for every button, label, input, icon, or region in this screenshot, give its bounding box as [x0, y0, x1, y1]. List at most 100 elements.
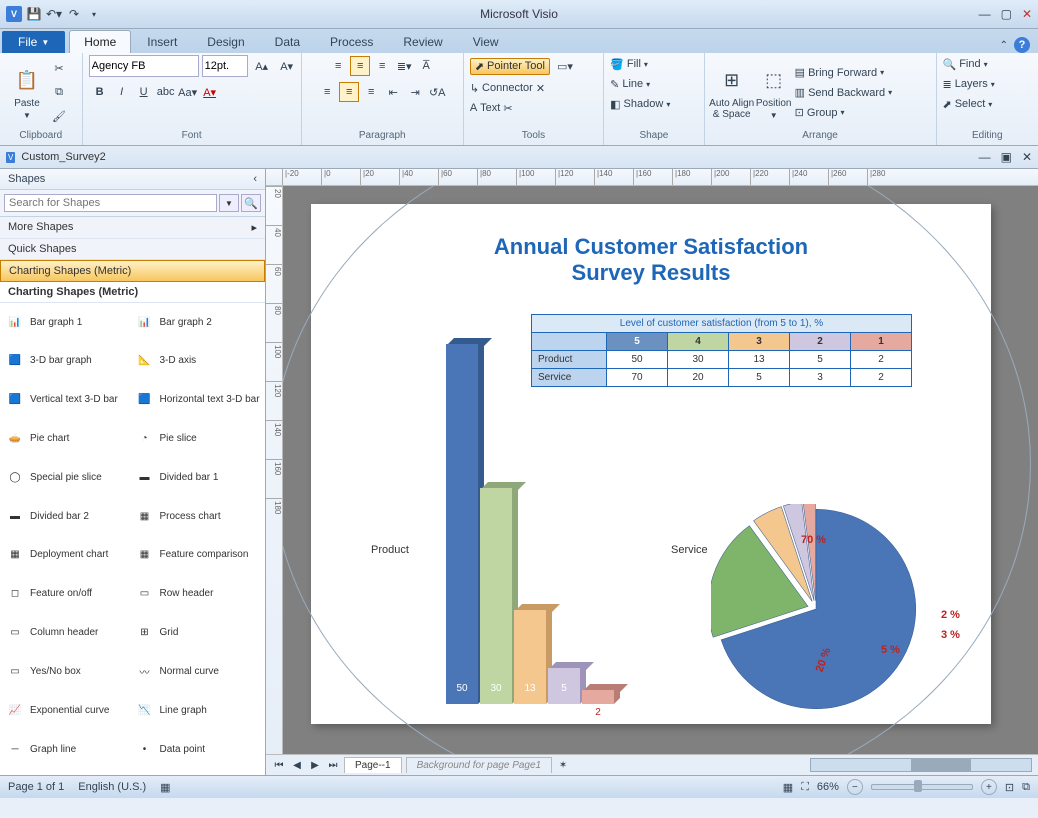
send-backward-button[interactable]: ▥Send Backward▾: [795, 84, 892, 102]
prev-page-icon[interactable]: ◀: [290, 760, 304, 771]
shape-item[interactable]: ▬Divided bar 2: [4, 501, 132, 531]
shape-item[interactable]: 🟦Horizontal text 3-D bar: [134, 385, 262, 415]
align-left-icon[interactable]: ≡: [317, 82, 337, 102]
select-button[interactable]: ⬈ Select▾: [943, 95, 993, 113]
macro-icon[interactable]: ▦: [160, 781, 170, 794]
close-icon[interactable]: ✕: [1022, 7, 1032, 21]
shape-item[interactable]: ◻Feature on/off: [4, 579, 132, 609]
align-top-icon[interactable]: ≡: [328, 56, 348, 76]
shapes-search-input[interactable]: [4, 194, 217, 212]
italic-button[interactable]: I: [112, 82, 132, 102]
switch-windows-icon[interactable]: ⧉: [1022, 781, 1030, 794]
doc-minimize-icon[interactable]: —: [979, 150, 991, 164]
shape-item[interactable]: ⊞Grid: [134, 618, 262, 648]
shrink-font-icon[interactable]: A▾: [277, 56, 297, 76]
tab-design[interactable]: Design: [193, 31, 258, 53]
zoom-level[interactable]: 66%: [817, 781, 839, 793]
search-icon[interactable]: 🔍: [241, 194, 261, 212]
shape-item[interactable]: 📊Bar graph 1: [4, 307, 132, 337]
bullets-icon[interactable]: ≣▾: [394, 56, 414, 76]
crop-icon[interactable]: ✂: [503, 102, 512, 115]
shape-item[interactable]: ▭Row header: [134, 579, 262, 609]
tab-insert[interactable]: Insert: [133, 31, 191, 53]
shape-item[interactable]: 〰Normal curve: [134, 656, 262, 686]
text-tool-icon[interactable]: A: [470, 102, 477, 114]
connection-point-icon[interactable]: ✕: [536, 82, 545, 95]
shape-item[interactable]: ▭Column header: [4, 618, 132, 648]
rectangle-tool-icon[interactable]: ▭▾: [555, 56, 575, 76]
font-size-combo[interactable]: [202, 55, 248, 77]
shape-item[interactable]: ◯Special pie slice: [4, 462, 132, 492]
indent-left-icon[interactable]: A̅: [416, 56, 436, 76]
shape-item[interactable]: 🥧Pie chart: [4, 423, 132, 453]
underline-button[interactable]: U: [134, 82, 154, 102]
quick-shapes-row[interactable]: Quick Shapes: [0, 239, 265, 260]
minimize-ribbon-icon[interactable]: ⌃: [1000, 40, 1008, 51]
position-button[interactable]: ⬚Position▼: [753, 66, 795, 120]
collapse-pane-icon[interactable]: ‹: [253, 173, 257, 185]
font-name-combo[interactable]: [89, 55, 199, 77]
tab-review[interactable]: Review: [389, 31, 456, 53]
file-tab[interactable]: File▼: [2, 31, 65, 53]
shape-item[interactable]: ─Graph line: [4, 734, 132, 764]
bring-forward-button[interactable]: ▤Bring Forward▾: [795, 64, 892, 82]
strike-button[interactable]: abc: [156, 82, 176, 102]
search-dropdown-icon[interactable]: ▼: [219, 194, 239, 212]
shape-item[interactable]: 📐3-D axis: [134, 346, 262, 376]
shadow-button[interactable]: ◧ Shadow▾: [610, 95, 670, 113]
stencil-selected-row[interactable]: Charting Shapes (Metric): [0, 260, 265, 282]
shape-item[interactable]: 🟦3-D bar graph: [4, 346, 132, 376]
redo-icon[interactable]: ↷: [66, 6, 82, 22]
fit-page-icon[interactable]: ⊡: [1005, 781, 1014, 794]
tab-data[interactable]: Data: [261, 31, 314, 53]
case-button[interactable]: Aa▾: [178, 82, 198, 102]
cut-icon[interactable]: ✂: [49, 59, 69, 79]
group-button[interactable]: ⊡Group▾: [795, 104, 892, 122]
align-middle-icon[interactable]: ≡: [350, 56, 370, 76]
format-painter-icon[interactable]: 🖌: [49, 107, 69, 127]
pointer-tool-button[interactable]: ⬈ Pointer Tool: [470, 58, 550, 75]
presentation-mode-icon[interactable]: ▦: [783, 781, 793, 794]
fill-button[interactable]: 🪣 Fill▾: [610, 55, 648, 73]
shape-item[interactable]: •Data point: [134, 734, 262, 764]
next-page-icon[interactable]: ▶: [308, 760, 322, 771]
layers-button[interactable]: ≣ Layers▾: [943, 75, 995, 93]
last-page-icon[interactable]: ⏭: [326, 760, 340, 771]
shape-item[interactable]: ▬Divided bar 1: [134, 462, 262, 492]
maximize-icon[interactable]: ▢: [1001, 7, 1012, 21]
decrease-indent-icon[interactable]: ⇤: [383, 82, 403, 102]
shape-item[interactable]: 📊Bar graph 2: [134, 307, 262, 337]
page-tab-1[interactable]: Page--1: [344, 757, 402, 773]
page-tab-bg[interactable]: Background for page Page1: [406, 757, 553, 773]
drawing-page[interactable]: Annual Customer SatisfactionSurvey Resul…: [283, 186, 1038, 754]
connector-tool-icon[interactable]: ↳: [470, 82, 479, 95]
more-shapes-row[interactable]: More Shapes▸: [0, 217, 265, 239]
align-right-icon[interactable]: ≡: [361, 82, 381, 102]
new-page-icon[interactable]: ✶: [556, 760, 570, 771]
tab-process[interactable]: Process: [316, 31, 387, 53]
full-screen-icon[interactable]: ⛶: [801, 781, 809, 794]
shape-item[interactable]: ▦Feature comparison: [134, 540, 262, 570]
align-center-icon[interactable]: ≡: [339, 82, 359, 102]
bold-button[interactable]: B: [90, 82, 110, 102]
zoom-slider[interactable]: [871, 784, 973, 790]
undo-icon[interactable]: ↶▾: [46, 6, 62, 22]
doc-restore-icon[interactable]: ▣: [1001, 150, 1012, 164]
find-button[interactable]: 🔍 Find▾: [943, 55, 988, 73]
zoom-out-button[interactable]: −: [847, 779, 863, 795]
doc-close-icon[interactable]: ✕: [1022, 150, 1032, 164]
save-icon[interactable]: 💾: [26, 6, 42, 22]
shape-item[interactable]: 📉Line graph: [134, 695, 262, 725]
copy-icon[interactable]: ⧉: [49, 83, 69, 103]
first-page-icon[interactable]: ⏮: [272, 760, 286, 771]
tab-home[interactable]: Home: [69, 30, 131, 53]
hscrollbar[interactable]: [810, 758, 1032, 772]
shape-item[interactable]: 🟦Vertical text 3-D bar: [4, 385, 132, 415]
tab-view[interactable]: View: [459, 31, 513, 53]
shape-item[interactable]: ◔Pie slice: [134, 423, 262, 453]
paste-button[interactable]: 📋 Paste▼: [6, 66, 48, 120]
increase-indent-icon[interactable]: ⇥: [405, 82, 425, 102]
line-button[interactable]: ✎ Line▾: [610, 75, 650, 93]
rotate-text-icon[interactable]: ↺A: [427, 82, 447, 102]
auto-align-button[interactable]: ⊞Auto Align & Space: [711, 66, 753, 120]
